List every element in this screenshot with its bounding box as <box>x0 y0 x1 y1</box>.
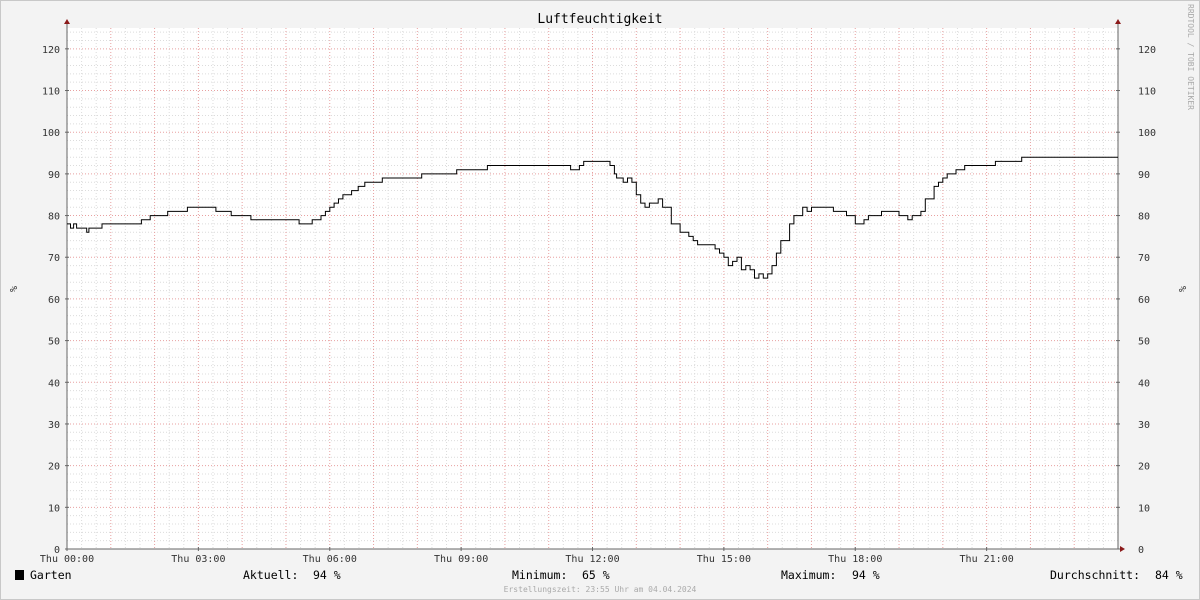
y-tick-label: 110 <box>1138 87 1156 98</box>
y-tick-label: 0 <box>1138 545 1144 556</box>
y-tick-label: 40 <box>48 378 60 389</box>
y-tick-label: 60 <box>48 295 60 306</box>
stat-minimum-label: Minimum: <box>512 568 567 582</box>
chart-title: Luftfeuchtigkeit <box>537 12 662 27</box>
y-tick-label: 30 <box>48 420 60 431</box>
y-tick-label: 120 <box>1138 45 1156 56</box>
y-tick-label: 10 <box>48 503 60 514</box>
y-tick-label: 100 <box>1138 128 1156 139</box>
y-tick-label: 110 <box>42 87 60 98</box>
y-tick-label: 10 <box>1138 503 1150 514</box>
y-tick-label: 100 <box>42 128 60 139</box>
y-tick-label: 50 <box>1138 337 1150 348</box>
x-axis-arrow <box>1120 546 1125 552</box>
y-tick-label: 80 <box>1138 212 1150 223</box>
chart-svg: 0 10 20 30 40 50 60 70 80 90 100 110 120 0 10 20 30 40 50… <box>7 4 1195 594</box>
y-tick-label: 80 <box>48 212 60 223</box>
stat-durchschnitt-value: 84 % <box>1155 568 1183 582</box>
stat-aktuell-value: 94 % <box>313 568 341 582</box>
y-tick-label: 50 <box>48 337 60 348</box>
y-tick-label: 90 <box>1138 170 1150 181</box>
creation-time-footer: Erstellungszeit: 23:55 Uhr am 04.04.2024 <box>504 585 697 594</box>
y-tick-labels-right: 0 10 20 30 40 50 60 70 80 90 100 110 120 <box>1138 45 1156 556</box>
y-axis-label-left: % <box>7 286 18 292</box>
rrdtool-watermark: RRDTOOL / TOBI OETIKER <box>1186 4 1195 110</box>
x-tick-label: Thu 03:00 <box>171 554 225 565</box>
y-axis-arrow-right <box>1115 19 1121 24</box>
y-tick-label: 20 <box>48 462 60 473</box>
x-tick-label: Thu 21:00 <box>960 554 1014 565</box>
stat-minimum-value: 65 % <box>582 568 610 582</box>
y-axis-label-right: % <box>1176 286 1187 292</box>
y-tick-label: 20 <box>1138 462 1150 473</box>
x-tick-label: Thu 18:00 <box>828 554 882 565</box>
stat-maximum-value: 94 % <box>852 568 880 582</box>
legend-series-name: Garten <box>30 568 72 582</box>
y-axis-arrow-left <box>64 19 70 24</box>
y-tick-label: 120 <box>42 45 60 56</box>
y-tick-label: 60 <box>1138 295 1150 306</box>
legend: Garten Aktuell: 94 % Minimum: 65 % Maxim… <box>15 568 1183 582</box>
y-tick-label: 90 <box>48 170 60 181</box>
x-tick-label: Thu 12:00 <box>565 554 619 565</box>
stat-aktuell-label: Aktuell: <box>243 568 298 582</box>
stat-durchschnitt-label: Durchschnitt: <box>1050 568 1140 582</box>
y-tick-label: 70 <box>48 253 60 264</box>
y-tick-label: 30 <box>1138 420 1150 431</box>
stat-maximum-label: Maximum: <box>781 568 836 582</box>
x-tick-label: Thu 15:00 <box>697 554 751 565</box>
x-tick-label: Thu 06:00 <box>303 554 357 565</box>
y-tick-labels-left: 0102030405060708090100110120 <box>42 45 60 556</box>
y-tick-label: 40 <box>1138 378 1150 389</box>
x-tick-labels: Thu 00:00 Thu 03:00 Thu 06:00 Thu 09:00 Thu … <box>40 554 1014 565</box>
x-tick-label: Thu 00:00 <box>40 554 94 565</box>
legend-marker <box>15 570 24 580</box>
y-tick-label: 70 <box>1138 253 1150 264</box>
x-tick-label: Thu 09:00 <box>434 554 488 565</box>
